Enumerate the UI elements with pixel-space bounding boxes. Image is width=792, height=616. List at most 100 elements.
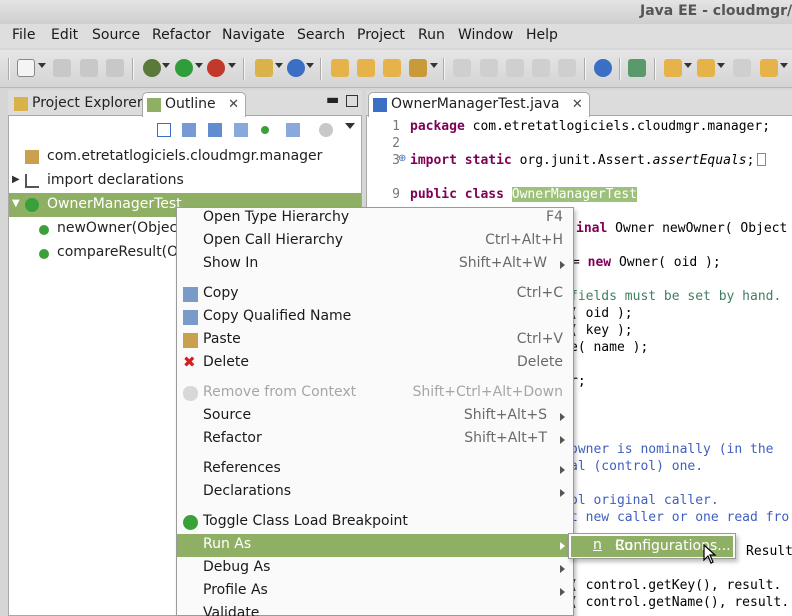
menu-item-show-in[interactable]: Show In Shift+Alt+W (177, 253, 573, 276)
hide-local-types-icon[interactable] (286, 123, 300, 137)
save-all-icon (80, 59, 98, 77)
project-explorer-icon (14, 97, 28, 111)
hide-static-icon[interactable] (234, 123, 248, 137)
maximize-icon[interactable] (346, 95, 358, 107)
search-icon[interactable] (409, 59, 427, 77)
hide-non-public-icon[interactable] (261, 126, 269, 134)
tree-item-label: import declarations (47, 172, 184, 188)
code-line: ( control.getName(), result. (570, 595, 790, 610)
menu-run[interactable]: Run (418, 27, 445, 43)
code-line: ( oid ); (570, 306, 633, 321)
next-annotation-dropdown-icon[interactable] (684, 63, 692, 68)
open-resource-icon[interactable] (383, 59, 401, 77)
web-browser-icon[interactable] (594, 59, 612, 77)
tab-owner-manager-test[interactable]: OwnerManagerTest.java ✕ (368, 92, 590, 117)
menu-item-validate[interactable]: Validate (177, 603, 573, 616)
view-menu-icon[interactable] (345, 123, 355, 129)
expand-icon[interactable]: ▶ (12, 174, 20, 185)
tab-project-explorer[interactable]: Project Explorer (10, 92, 149, 116)
menu-item-copy-qualified-name[interactable]: Copy Qualified Name (177, 306, 573, 329)
menu-item-references[interactable]: References (177, 458, 573, 481)
tree-item-package[interactable]: com.etretatlogiciels.cloudmgr.manager (9, 145, 361, 169)
sort-icon[interactable] (182, 123, 196, 137)
new-server-dropdown-icon[interactable] (275, 63, 283, 68)
menu-item-debug-as[interactable]: Debug As (177, 557, 573, 580)
menu-source[interactable]: Source (92, 27, 140, 43)
main-toolbar (0, 50, 792, 88)
toolbar-separator (654, 58, 656, 80)
submenu-arrow-icon (560, 261, 565, 269)
close-icon[interactable]: ✕ (228, 97, 239, 112)
collapse-icon[interactable]: ▼ (12, 198, 20, 209)
menu-file[interactable]: File (12, 27, 35, 43)
run-dropdown-icon[interactable] (195, 63, 203, 68)
folded-code-icon[interactable] (757, 153, 767, 166)
collapse-all-icon[interactable] (157, 123, 171, 137)
toolbar-separator (443, 58, 445, 80)
menu-search[interactable]: Search (297, 27, 345, 43)
new-class-dropdown-icon[interactable] (306, 63, 314, 68)
tab-label: Outline (165, 96, 216, 112)
menu-item-refactor[interactable]: Refactor Shift+Alt+T (177, 428, 573, 451)
search-dropdown-icon[interactable] (430, 63, 438, 68)
code-line: Result (746, 544, 792, 559)
menu-item-toggle-class-load-breakpoint[interactable]: Toggle Class Load Breakpoint (177, 511, 573, 534)
new-file-icon[interactable] (17, 59, 35, 77)
mark-occurrences-icon (453, 59, 471, 77)
menu-item-open-type-hierarchy[interactable]: Open Type Hierarchy F4 (177, 207, 573, 230)
hide-fields-icon[interactable] (208, 123, 222, 137)
open-task-icon[interactable] (357, 59, 375, 77)
fold-expand-icon[interactable]: ⊕ (398, 153, 406, 164)
previous-annotation-icon[interactable] (697, 59, 715, 77)
package-icon (25, 150, 39, 164)
run-icon[interactable] (175, 59, 193, 77)
debug-dropdown-icon[interactable] (162, 63, 170, 68)
new-dropdown-icon[interactable] (38, 63, 46, 68)
tree-item-label: compareResult(Ow (57, 244, 190, 260)
menu-navigate[interactable]: Navigate (222, 27, 285, 43)
debug-icon[interactable] (143, 59, 161, 77)
static-method-icon (39, 225, 49, 235)
menu-item-run-as[interactable]: Run As (177, 534, 573, 557)
menu-project[interactable]: Project (357, 27, 405, 43)
menu-item-profile-as[interactable]: Profile As (177, 580, 573, 603)
menu-item-copy[interactable]: Copy Ctrl+C (177, 283, 573, 306)
menu-window[interactable]: Window (458, 27, 513, 43)
menu-refactor[interactable]: Refactor (152, 27, 211, 43)
back-icon[interactable] (760, 59, 778, 77)
block-select-icon (506, 59, 524, 77)
submenu-arrow-icon (560, 588, 565, 596)
menu-edit[interactable]: Edit (51, 27, 78, 43)
menu-item-delete[interactable]: ✖ Delete Delete (177, 352, 573, 375)
back-dropdown-icon[interactable] (780, 63, 788, 68)
title-bar: Java EE - cloudmgr/t (0, 0, 792, 24)
next-annotation-icon[interactable] (664, 59, 682, 77)
menu-item-declarations[interactable]: Declarations (177, 481, 573, 504)
tab-outline[interactable]: Outline ✕ (142, 92, 247, 117)
java-file-icon (373, 98, 387, 112)
tree-item-label: com.etretatlogiciels.cloudmgr.manager (47, 148, 323, 164)
menu-help[interactable]: Help (526, 27, 558, 43)
static-method-icon (39, 249, 49, 259)
external-tools-dropdown-icon[interactable] (228, 63, 236, 68)
show-whitespace-icon (532, 59, 550, 77)
open-type-icon[interactable] (331, 59, 349, 77)
tree-item-imports[interactable]: ▶ import declarations (9, 169, 361, 193)
open-perspective-icon[interactable] (628, 59, 646, 77)
menu-item-source[interactable]: Source Shift+Alt+S (177, 405, 573, 428)
new-server-icon[interactable] (255, 59, 273, 77)
new-class-icon[interactable] (287, 59, 305, 77)
menu-item-open-call-hierarchy[interactable]: Open Call Hierarchy Ctrl+Alt+H (177, 230, 573, 253)
close-icon[interactable]: ✕ (572, 97, 583, 112)
menu-bar: File Edit Source Refactor Navigate Searc… (0, 24, 792, 48)
previous-annotation-dropdown-icon[interactable] (717, 63, 725, 68)
code-javadoc: owner is nominally (in the (570, 442, 774, 457)
code-javadoc: t new caller or one read fro (570, 510, 790, 525)
external-tools-icon[interactable] (207, 59, 225, 77)
code-line: = new Owner( oid ); (572, 255, 721, 270)
menu-item-paste[interactable]: Paste Ctrl+V (177, 329, 573, 352)
tab-label: Project Explorer (32, 95, 143, 111)
submenu-arrow-icon (560, 489, 565, 497)
minimize-icon[interactable]: ▬ (326, 92, 339, 108)
left-panel-tabs: Project Explorer Outline ✕ ▬ (8, 90, 362, 117)
